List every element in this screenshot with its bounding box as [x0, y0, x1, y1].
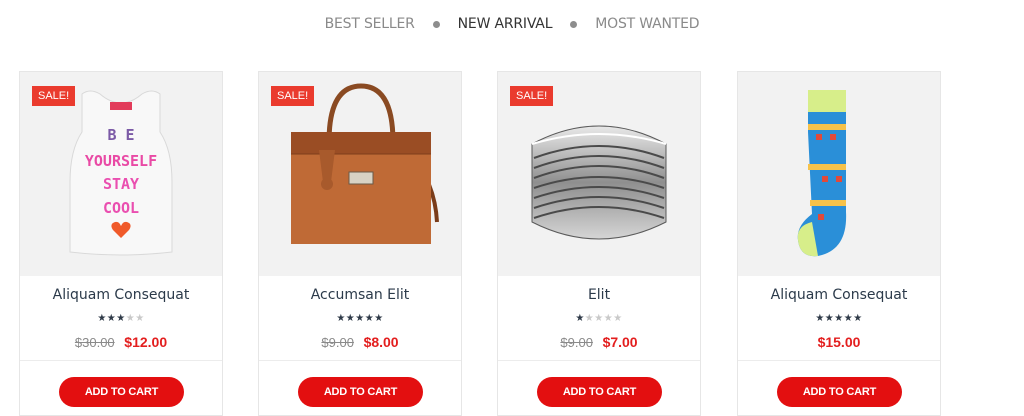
- star-filled-icon: ★: [843, 313, 854, 324]
- divider: [498, 360, 700, 361]
- product-card[interactable]: SALE! Accumsan Elit ★★★★★ $9.00 $8.00 AD…: [258, 71, 462, 416]
- star-filled-icon: ★: [374, 313, 384, 324]
- star-filled-icon: ★: [106, 313, 117, 324]
- product-name[interactable]: Aliquam Consequat: [20, 287, 222, 303]
- star-filled-icon: ★: [97, 313, 107, 324]
- tab-separator-dot: [570, 20, 578, 28]
- star-filled-icon: ★: [834, 313, 844, 324]
- product-tabs: BEST SELLER NEW ARRIVAL MOST WANTED: [0, 14, 1024, 34]
- product-name[interactable]: Aliquam Consequat: [738, 287, 940, 303]
- rating-stars: ★★★★★: [259, 313, 461, 325]
- star-filled-icon: ★: [853, 313, 863, 324]
- product-card[interactable]: SALE! Elit ★★★★★ $9.00 $7.00 ADD TO CART: [497, 71, 701, 416]
- price-row: $9.00 $8.00: [259, 334, 461, 350]
- rating-stars: ★★★★★: [20, 313, 222, 325]
- shirt-text-3: STAY: [103, 175, 139, 193]
- tab-best-seller[interactable]: BEST SELLER: [325, 16, 415, 32]
- add-to-cart-button[interactable]: ADD TO CART: [537, 377, 662, 407]
- add-to-cart-button[interactable]: ADD TO CART: [59, 377, 184, 407]
- rating-stars: ★★★★★: [498, 313, 700, 325]
- sale-price: $7.00: [602, 334, 638, 350]
- product-image[interactable]: [738, 72, 940, 276]
- star-empty-icon: ★: [125, 313, 136, 324]
- product-name[interactable]: Elit: [498, 287, 700, 303]
- sale-price: $15.00: [817, 334, 861, 350]
- star-filled-icon: ★: [345, 313, 356, 324]
- divider: [259, 360, 461, 361]
- old-price: $9.00: [321, 335, 354, 350]
- price-row: $15.00: [738, 334, 940, 350]
- sale-badge: SALE!: [271, 86, 315, 106]
- tab-separator-dot: [432, 20, 440, 28]
- divider: [20, 360, 222, 361]
- divider: [738, 360, 940, 361]
- old-price: $30.00: [74, 335, 115, 350]
- star-filled-icon: ★: [355, 313, 365, 324]
- product-card[interactable]: Aliquam Consequat ★★★★★ $15.00 ADD TO CA…: [737, 71, 941, 416]
- star-filled-icon: ★: [364, 313, 375, 324]
- star-filled-icon: ★: [824, 313, 835, 324]
- star-empty-icon: ★: [594, 313, 604, 324]
- sale-price: $12.00: [124, 334, 168, 350]
- star-empty-icon: ★: [584, 313, 595, 324]
- shirt-text-1: B E: [107, 126, 134, 144]
- tab-most-wanted[interactable]: MOST WANTED: [595, 16, 699, 32]
- star-filled-icon: ★: [336, 313, 346, 324]
- product-name[interactable]: Accumsan Elit: [259, 287, 461, 303]
- sale-badge: SALE!: [510, 86, 554, 106]
- shirt-text-4: COOL: [103, 199, 139, 217]
- shirt-text-2: YOURSELF: [85, 152, 157, 170]
- add-to-cart-button[interactable]: ADD TO CART: [777, 377, 902, 407]
- rating-stars: ★★★★★: [738, 313, 940, 325]
- sale-badge: SALE!: [32, 86, 76, 106]
- product-card[interactable]: B E YOURSELF STAY COOL SALE! Aliquam Con…: [19, 71, 223, 416]
- star-empty-icon: ★: [613, 313, 623, 324]
- star-empty-icon: ★: [603, 313, 614, 324]
- old-price: $9.00: [560, 335, 593, 350]
- star-empty-icon: ★: [135, 313, 145, 324]
- sale-price: $8.00: [363, 334, 399, 350]
- price-row: $30.00 $12.00: [20, 334, 222, 350]
- star-filled-icon: ★: [116, 313, 126, 324]
- star-filled-icon: ★: [815, 313, 825, 324]
- price-row: $9.00 $7.00: [498, 334, 700, 350]
- star-filled-icon: ★: [575, 313, 585, 324]
- tab-new-arrival[interactable]: NEW ARRIVAL: [458, 16, 553, 32]
- add-to-cart-button[interactable]: ADD TO CART: [298, 377, 423, 407]
